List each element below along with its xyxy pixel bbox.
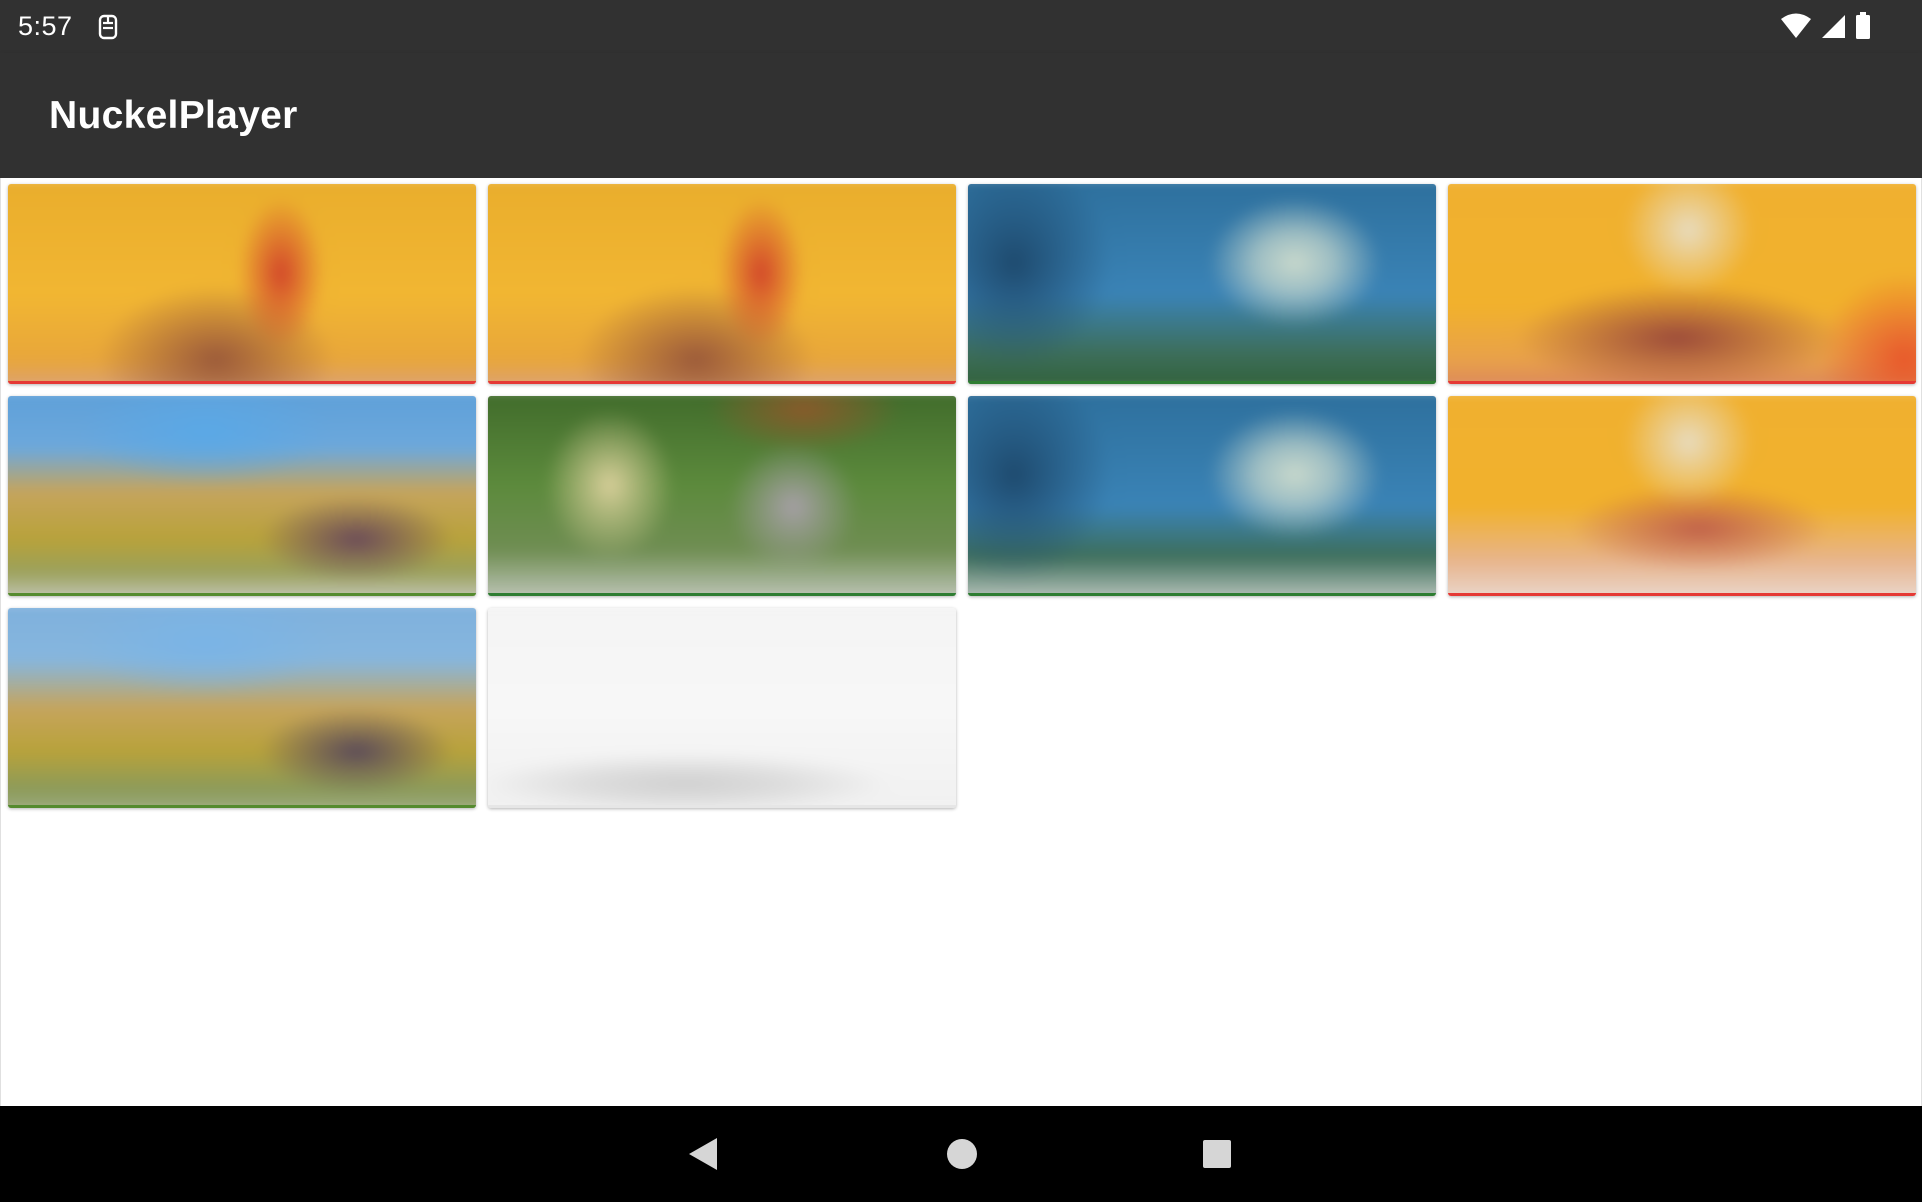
back-icon[interactable] (685, 1136, 721, 1172)
status-time: 5:57 (18, 11, 73, 41)
video-thumbnail-2[interactable] (488, 184, 956, 384)
system-navigation-bar (0, 1106, 1922, 1202)
cellular-signal-icon (1820, 13, 1846, 44)
video-thumbnail-6[interactable] (488, 396, 956, 596)
wifi-icon (1780, 13, 1812, 44)
battery-icon (1854, 12, 1872, 45)
video-thumbnail-4[interactable] (1448, 184, 1916, 384)
recents-icon[interactable] (1199, 1136, 1235, 1172)
video-thumbnail-9[interactable] (8, 608, 476, 808)
video-grid (0, 178, 1922, 1106)
status-icons (1780, 12, 1872, 45)
video-thumbnail-3[interactable] (968, 184, 1436, 384)
video-thumbnail-10[interactable] (488, 608, 956, 808)
app-title: NuckelPlayer (49, 93, 298, 137)
video-thumbnail-1[interactable] (8, 184, 476, 384)
video-thumbnail-7[interactable] (968, 396, 1436, 596)
status-bar: 5:57 (0, 0, 1922, 53)
home-icon[interactable] (944, 1136, 980, 1172)
sim-card-alert-icon (97, 14, 119, 40)
video-thumbnail-8[interactable] (1448, 396, 1916, 596)
video-thumbnail-5[interactable] (8, 396, 476, 596)
app-toolbar: NuckelPlayer (0, 53, 1922, 178)
